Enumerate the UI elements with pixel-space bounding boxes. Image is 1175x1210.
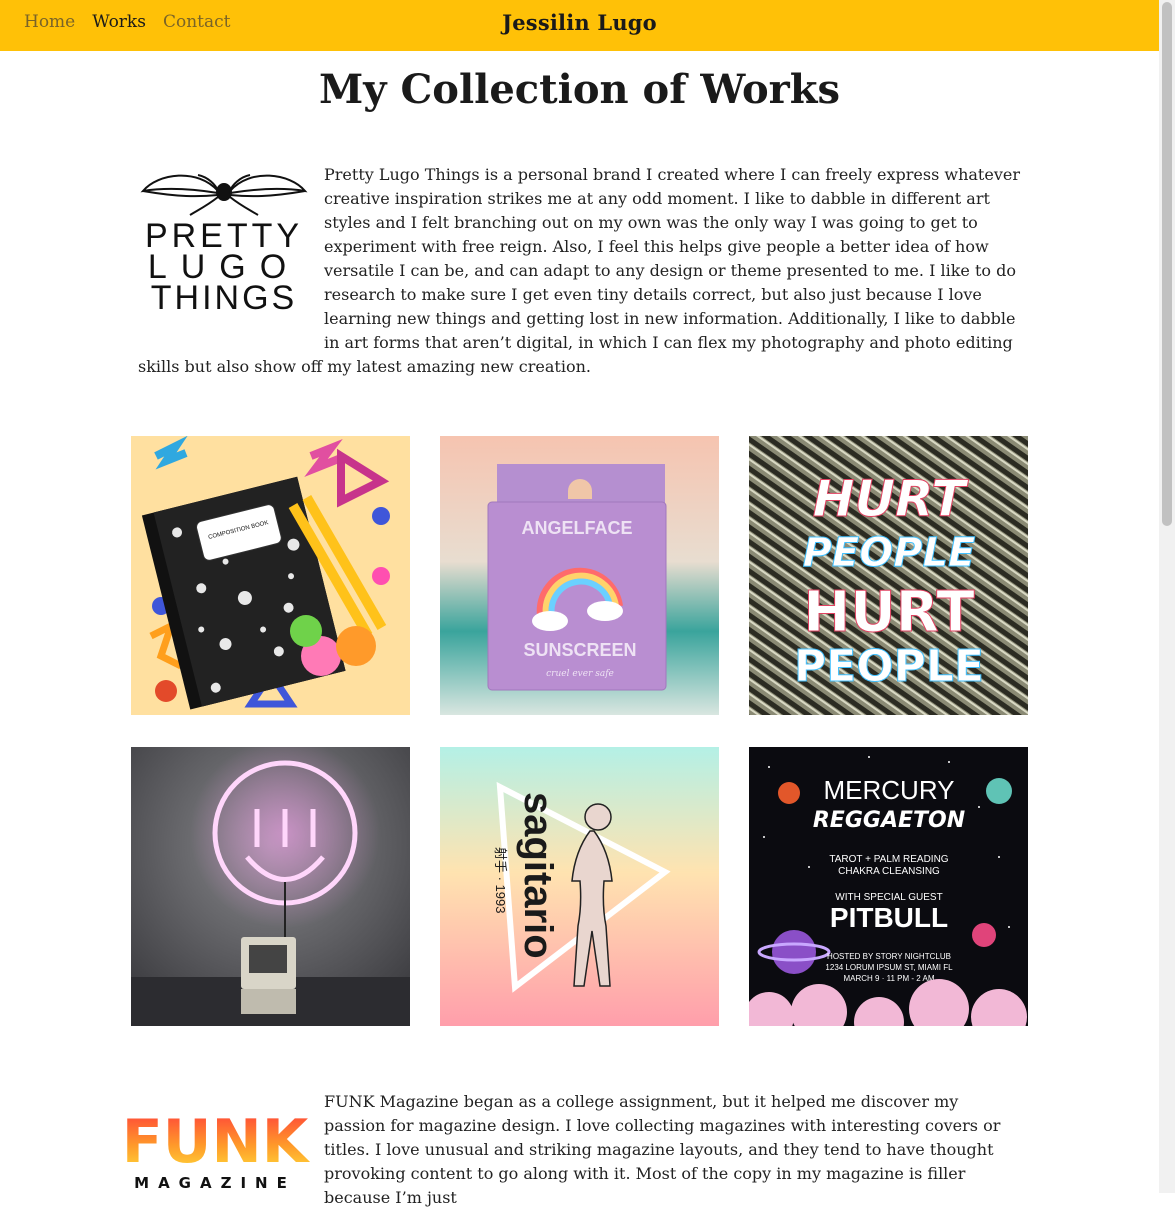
pretty-lugo-things-logo: PRETTY LUGO THINGS [138, 163, 310, 335]
hurt-line-3: HURT [803, 580, 974, 645]
work-tile-sagitario[interactable]: sagitario 射手 · 1993 [440, 747, 719, 1026]
page-title: My Collection of Works [319, 66, 840, 113]
funk-section: FUNK MAGAZINE FUNK Magazine began as a c… [115, 1090, 1015, 1210]
sagitario-sub: 射手 · 1993 [493, 847, 508, 913]
mercury-info-3: MARCH 9 · 11 PM - 2 AM [844, 974, 935, 983]
funk-magazine-logo: FUNK MAGAZINE [115, 1096, 315, 1196]
funk-logo-sub: MAGAZINE [134, 1174, 296, 1192]
work-tile-mercury-reggaeton[interactable]: MERCURY REGGAETON TAROT + PALM READING C… [749, 747, 1028, 1026]
page-scrollbar[interactable] [1159, 0, 1175, 1193]
angelface-brand: ANGELFACE [521, 518, 632, 538]
hurt-line-1: HURT [813, 470, 970, 528]
scrollbar-thumb[interactable] [1162, 2, 1172, 526]
mercury-guest: PITBULL [830, 902, 948, 933]
angelface-product: SUNSCREEN [523, 640, 636, 660]
sagitario-word: sagitario [516, 792, 560, 959]
funk-text: FUNK Magazine began as a college assignm… [324, 1092, 1001, 1207]
top-navbar: Home Works Contact Jessilin Lugo [0, 0, 1159, 51]
bow-icon [140, 174, 308, 216]
mercury-title: MERCURY [824, 775, 955, 805]
work-tile-angelface-sunscreen[interactable]: ANGELFACE SUNSCREEN cruel ever safe [440, 436, 719, 715]
funk-logo-word: FUNK [122, 1107, 311, 1177]
intro-section: PRETTY LUGO THINGS Pretty Lugo Things is… [138, 163, 1023, 379]
work-tile-neon-smiley[interactable] [131, 747, 410, 1026]
angelface-tagline: cruel ever safe [546, 669, 614, 679]
mercury-line-2: CHAKRA CLEANSING [838, 866, 940, 877]
logo-line-3: THINGS [151, 279, 297, 317]
mercury-line-1: TAROT + PALM READING [829, 854, 948, 865]
site-brand[interactable]: Jessilin Lugo [0, 10, 1159, 35]
work-tile-hurt-people[interactable]: HURT PEOPLE HURT PEOPLE [749, 436, 1028, 715]
mercury-info-1: HOSTED BY STORY NIGHTCLUB [827, 952, 951, 961]
mercury-info-2: 1234 LORUM IPSUM ST, MIAMI FL [825, 963, 953, 972]
hurt-line-2: PEOPLE [803, 530, 976, 576]
hurt-line-4: PEOPLE [794, 641, 984, 692]
work-tile-composition-notebook[interactable]: COMPOSITION BOOK [131, 436, 410, 715]
mercury-subtitle: REGGAETON [813, 808, 965, 833]
